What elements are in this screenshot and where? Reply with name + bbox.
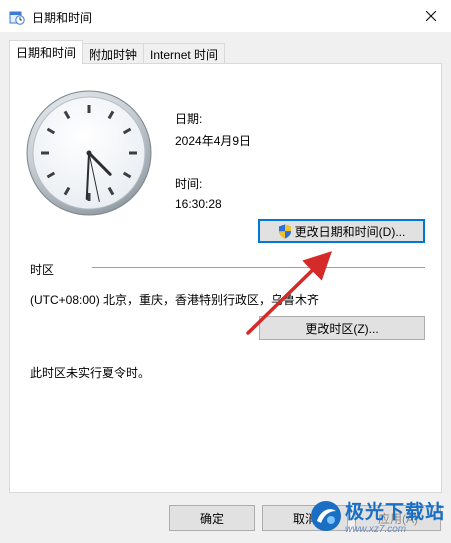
uac-shield-icon [278,224,291,238]
time-label: 时间: [175,177,203,191]
tab-panel: 日期: 2024年4月9日 时间: 16:30:28 更改日期和时间(D)...… [9,63,442,493]
ok-button[interactable]: 确定 [169,505,255,531]
watermark-logo-icon [310,501,341,531]
tab-date-time[interactable]: 日期和时间 [9,40,84,64]
timezone-divider [92,267,425,268]
watermark: 极光下载站 www.xz7.com [309,497,445,535]
title-bar: 日期和时间 [0,0,451,32]
analog-clock [26,90,152,216]
close-icon [426,11,436,21]
timezone-heading: 时区 [30,263,55,277]
tab-strip: 日期和时间 附加时钟 Internet 时间 [9,40,226,64]
timezone-value: (UTC+08:00) 北京，重庆，香港特别行政区，乌鲁木齐 [30,293,320,307]
date-time-app-icon [9,11,25,25]
close-button[interactable] [411,0,451,32]
change-date-time-button[interactable]: 更改日期和时间(D)... [258,219,425,243]
tab-internet-time[interactable]: Internet 时间 [143,43,226,64]
change-timezone-label: 更改时区(Z)... [305,321,379,336]
change-timezone-button[interactable]: 更改时区(Z)... [259,316,425,340]
watermark-name: 极光下载站 [344,502,445,523]
date-label: 日期: [175,112,203,126]
window-title: 日期和时间 [32,11,93,25]
tab-additional-clocks[interactable]: 附加时钟 [82,43,145,64]
time-value: 16:30:28 [175,197,222,211]
dst-note: 此时区未实行夏令时。 [30,366,151,380]
watermark-url: www.xz7.com [344,524,407,535]
change-date-time-label: 更改日期和时间(D)... [294,224,406,239]
date-value: 2024年4月9日 [175,134,252,148]
